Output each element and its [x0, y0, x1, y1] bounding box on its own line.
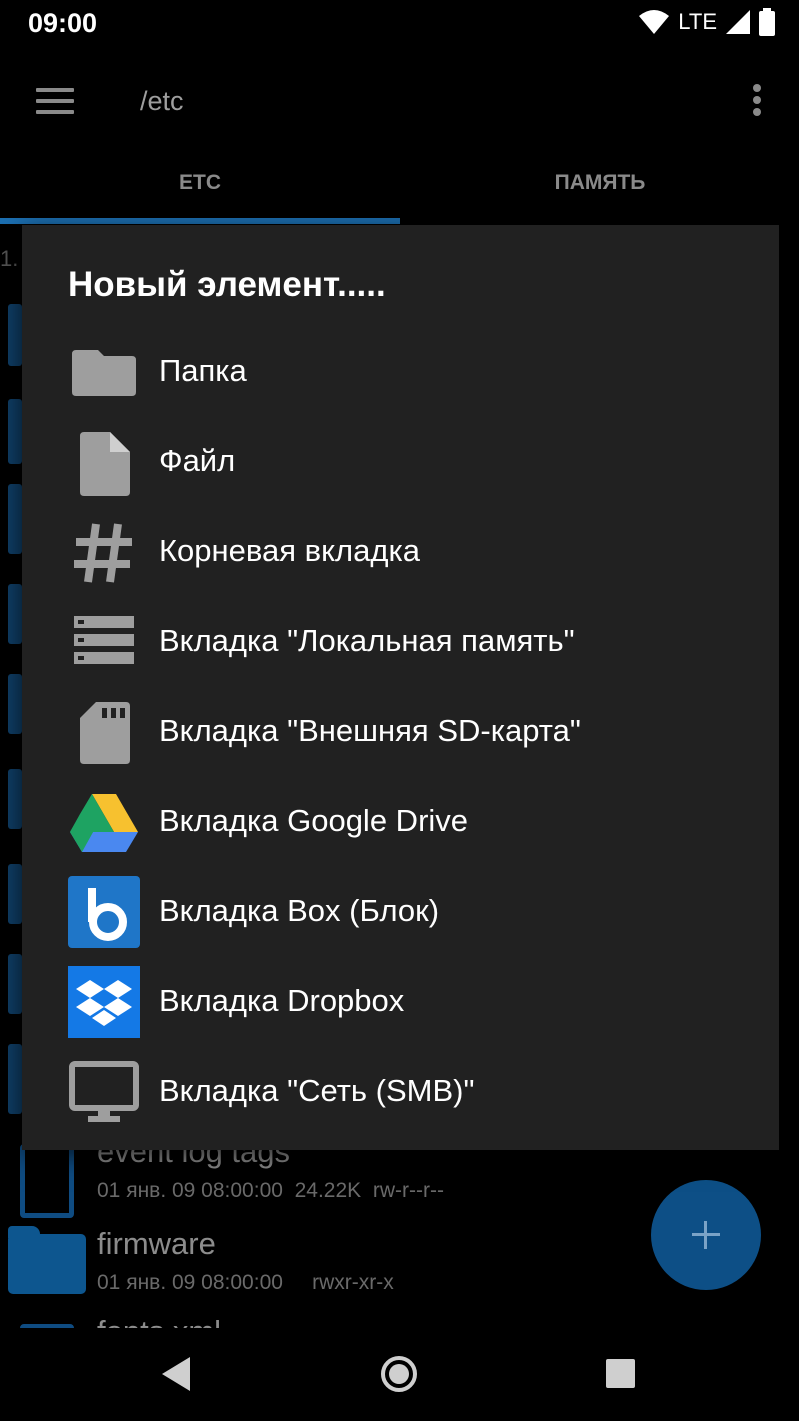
- signal-icon: [726, 10, 750, 34]
- menu-item-label: Вкладка Box (Блок): [159, 893, 440, 928]
- file-icon: [8, 864, 22, 924]
- home-icon[interactable]: [381, 1356, 417, 1392]
- menu-item-label: Вкладка Google Drive: [159, 803, 469, 838]
- menu-item-dropbox[interactable]: Вкладка Dropbox: [22, 956, 779, 1046]
- list-item[interactable]: fonts.xml: [0, 1314, 799, 1328]
- folder-icon: [8, 769, 22, 829]
- file-icon: [20, 1144, 74, 1218]
- menu-item-label: Вкладка "Внешняя SD-карта": [159, 713, 581, 748]
- menu-item-label: Вкладка "Сеть (SMB)": [159, 1073, 475, 1108]
- new-item-dialog: Новый элемент..... Папка Файл Корневая в…: [22, 225, 779, 1150]
- folder-icon: [8, 304, 22, 366]
- folder-icon: [8, 1226, 86, 1294]
- storage-icon: [74, 616, 134, 664]
- menu-item-label: Папка: [159, 353, 247, 388]
- dropbox-icon: [68, 966, 140, 1038]
- tab-memory[interactable]: ПАМЯТЬ: [400, 150, 799, 220]
- status-time: 09:00: [28, 8, 98, 38]
- file-icon: [8, 674, 22, 734]
- status-icons: LTE: [638, 8, 775, 36]
- tab-bar: ETC ПАМЯТЬ: [0, 150, 799, 224]
- battery-icon: [759, 8, 775, 36]
- menu-item-local-storage[interactable]: Вкладка "Локальная память": [22, 596, 779, 686]
- folder-icon: [8, 954, 22, 1014]
- sd-card-icon: [80, 702, 130, 764]
- menu-item-label: Корневая вкладка: [159, 533, 420, 568]
- menu-item-root-tab[interactable]: Корневая вкладка: [22, 506, 779, 596]
- file-icon: [8, 484, 22, 554]
- folder-icon: [72, 350, 136, 396]
- network-type: LTE: [678, 9, 717, 34]
- file-icon: [8, 399, 22, 464]
- file-icon: [8, 1044, 22, 1114]
- back-icon[interactable]: [162, 1357, 190, 1391]
- recents-icon[interactable]: [606, 1359, 635, 1388]
- file-meta: 01 янв. 09 08:00:00 24.22K rw-r--r--: [97, 1179, 444, 1202]
- tab-etc[interactable]: ETC: [0, 150, 400, 220]
- menu-item-label: Вкладка Dropbox: [159, 983, 405, 1018]
- wifi-icon: [639, 10, 670, 34]
- menu-item-sd-card[interactable]: Вкладка "Внешняя SD-карта": [22, 686, 779, 776]
- menu-item-network-smb[interactable]: Вкладка "Сеть (SMB)": [22, 1046, 779, 1136]
- monitor-icon: [69, 1061, 139, 1122]
- box-icon: [68, 876, 140, 948]
- current-path: /etc: [140, 86, 184, 116]
- google-drive-icon: [70, 794, 138, 852]
- menu-item-box[interactable]: Вкладка Box (Блок): [22, 866, 779, 956]
- menu-item-label: Файл: [159, 443, 236, 478]
- hamburger-menu-icon[interactable]: [36, 88, 74, 114]
- add-fab-button[interactable]: [651, 1180, 761, 1290]
- status-bar: 09:00 LTE: [0, 0, 799, 48]
- file-icon: [80, 432, 130, 496]
- file-meta: 01 янв. 09 08:00:00 rwxr-xr-x: [97, 1271, 394, 1294]
- app-bar: /etc: [0, 56, 799, 148]
- dialog-title: Новый элемент.....: [68, 265, 386, 304]
- menu-item-file[interactable]: Файл: [22, 416, 779, 506]
- file-name: fonts.xml: [97, 1314, 221, 1328]
- menu-item-folder[interactable]: Папка: [22, 326, 779, 416]
- system-nav-bar: [0, 1328, 799, 1421]
- file-name: firmware: [97, 1226, 216, 1261]
- more-vert-icon[interactable]: [753, 84, 763, 120]
- folder-icon: [8, 584, 22, 644]
- list-partial-number: 1.: [0, 246, 19, 271]
- menu-item-label: Вкладка "Локальная память": [159, 623, 575, 658]
- menu-item-google-drive[interactable]: Вкладка Google Drive: [22, 776, 779, 866]
- hash-icon: [74, 523, 132, 583]
